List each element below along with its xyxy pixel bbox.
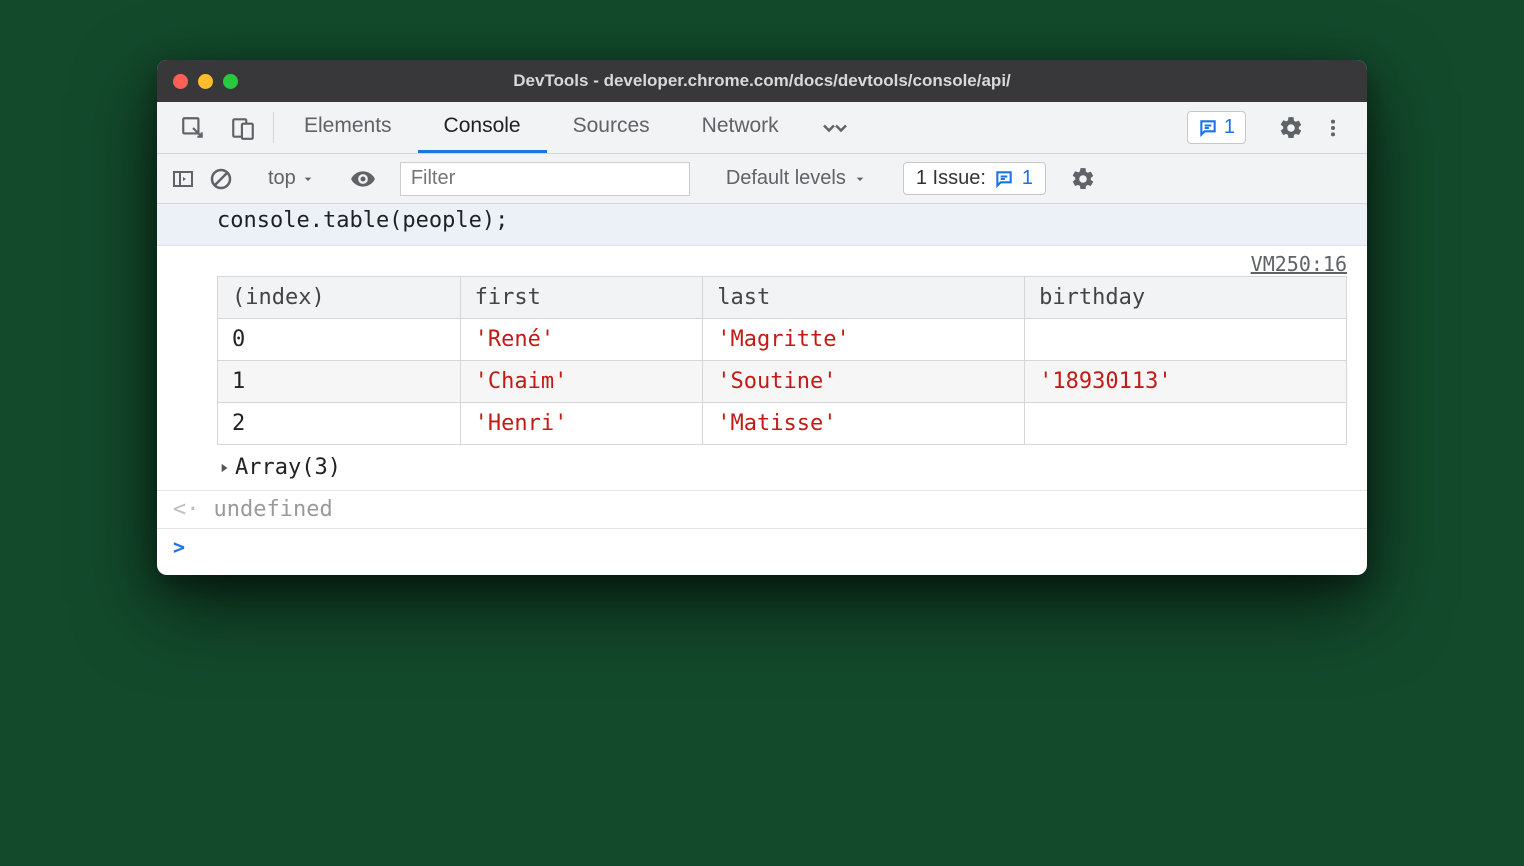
return-value-row: <· undefined (157, 491, 1367, 528)
tab-label: Network (702, 114, 779, 138)
table-cell (1025, 403, 1347, 445)
messages-badge[interactable]: 1 (1187, 111, 1246, 144)
table-row[interactable]: 1 'Chaim' 'Soutine' '18930113' (218, 361, 1347, 403)
kebab-menu-icon[interactable] (1317, 112, 1349, 144)
chevron-down-icon (300, 171, 316, 187)
toggle-sidebar-icon[interactable] (167, 163, 199, 195)
table-row[interactable]: 2 'Henri' 'Matisse' (218, 403, 1347, 445)
tab-label: Sources (573, 114, 650, 138)
clear-console-icon[interactable] (205, 163, 237, 195)
return-arrow-icon: <· (173, 497, 200, 522)
inspect-element-icon[interactable] (177, 112, 209, 144)
array-expand-toggle[interactable]: Array(3) (157, 451, 1367, 490)
console-input-echo: console.table(people); (157, 204, 1367, 246)
traffic-lights (173, 74, 238, 89)
issues-label: 1 Issue: (916, 167, 986, 190)
table-header[interactable]: first (460, 277, 703, 319)
tab-label: Console (444, 114, 521, 138)
console-output: console.table(people); VM250:16 (index) … (157, 204, 1367, 575)
source-link[interactable]: VM250:16 (157, 246, 1367, 276)
context-label: top (268, 167, 296, 190)
devtools-window: DevTools - developer.chrome.com/docs/dev… (157, 60, 1367, 575)
panel-tabs: Elements Console Sources Network (278, 102, 805, 153)
issues-button[interactable]: 1 Issue: 1 (903, 162, 1046, 195)
tabs-bar: Elements Console Sources Network 1 (157, 102, 1367, 154)
table-cell: 'Soutine' (703, 361, 1025, 403)
table-header[interactable]: (index) (218, 277, 461, 319)
messages-count: 1 (1224, 116, 1235, 139)
table-header[interactable]: last (703, 277, 1025, 319)
context-selector[interactable]: top (258, 167, 326, 190)
table-cell: '18930113' (1025, 361, 1347, 403)
table-cell: 'Chaim' (460, 361, 703, 403)
titlebar: DevTools - developer.chrome.com/docs/dev… (157, 60, 1367, 102)
chevron-down-icon (852, 171, 868, 187)
table-cell: 'René' (460, 319, 703, 361)
table-cell: 'Magritte' (703, 319, 1025, 361)
levels-label: Default levels (726, 167, 846, 190)
console-settings-icon[interactable] (1067, 163, 1099, 195)
console-prompt[interactable]: > (157, 529, 1367, 575)
message-icon (994, 169, 1014, 189)
table-cell: 'Henri' (460, 403, 703, 445)
live-expression-icon[interactable] (347, 163, 379, 195)
return-value: undefined (214, 497, 333, 522)
tab-network[interactable]: Network (676, 102, 805, 153)
message-icon (1198, 118, 1218, 138)
settings-icon[interactable] (1275, 112, 1307, 144)
window-title: DevTools - developer.chrome.com/docs/dev… (157, 71, 1367, 91)
issues-count: 1 (1022, 167, 1033, 190)
close-window-button[interactable] (173, 74, 188, 89)
minimize-window-button[interactable] (198, 74, 213, 89)
tab-elements[interactable]: Elements (278, 102, 418, 153)
table-header[interactable]: birthday (1025, 277, 1347, 319)
table-row[interactable]: 0 'René' 'Magritte' (218, 319, 1347, 361)
table-cell (1025, 319, 1347, 361)
maximize-window-button[interactable] (223, 74, 238, 89)
more-tabs-button[interactable] (805, 102, 865, 153)
table-cell: 0 (218, 319, 461, 361)
log-levels-selector[interactable]: Default levels (712, 167, 882, 190)
array-summary: Array(3) (235, 455, 341, 480)
console-table: (index) first last birthday 0 'René' 'Ma… (217, 276, 1347, 445)
table-cell: 1 (218, 361, 461, 403)
tab-label: Elements (304, 114, 392, 138)
chevron-right-icon: > (173, 535, 185, 559)
triangle-right-icon (217, 461, 231, 475)
device-toolbar-icon[interactable] (227, 112, 259, 144)
table-cell: 'Matisse' (703, 403, 1025, 445)
tab-sources[interactable]: Sources (547, 102, 676, 153)
table-cell: 2 (218, 403, 461, 445)
tab-console[interactable]: Console (418, 102, 547, 153)
console-toolbar: top Default levels 1 Issue: 1 (157, 154, 1367, 204)
filter-input[interactable] (400, 162, 690, 196)
